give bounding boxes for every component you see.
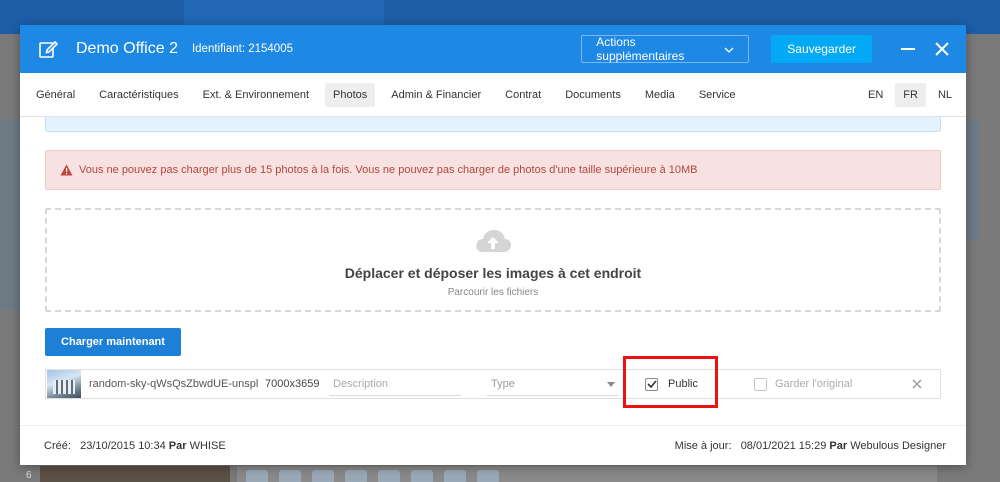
created-by: WHISE [189,439,226,452]
edit-office-modal: Demo Office 2 Identifiant: 2154005 Actio… [20,25,966,465]
modal-footer: Créé: 23/10/2015 10:34 Par WHISE Mise à … [20,425,966,465]
modal-title: Demo Office 2 [76,40,178,57]
updated-by: Webulous Designer [850,439,946,452]
tab-service[interactable]: Service [691,83,744,107]
file-name: random-sky-qWsQsZbwdUE-unspl... [89,378,259,390]
background-tool-icon [345,470,367,482]
upload-now-button[interactable]: Charger maintenant [45,328,181,356]
tab-media[interactable]: Media [637,83,683,107]
background-tool-icon [444,470,466,482]
minimize-icon[interactable] [898,39,918,59]
tab-characteristics[interactable]: Caractéristiques [91,83,186,107]
background-count: 6 [26,470,32,481]
keep-original-checkbox[interactable]: Garder l'original [753,377,853,391]
caret-down-icon [607,378,615,390]
description-placeholder: Description [333,377,389,390]
modal-identifier: Identifiant: 2154005 [191,43,293,55]
updated-by-label: Par [829,439,848,452]
tab-documents[interactable]: Documents [557,83,629,107]
background-tool-icon [477,470,499,482]
language-switcher: EN FR NL [860,82,960,107]
browse-files-link[interactable]: Parcourir les fichiers [448,287,539,298]
upload-limit-alert: Vous ne pouvez pas charger plus de 15 ph… [45,150,941,190]
photos-panel: Vous ne pouvez pas charger plus de 15 ph… [20,117,966,417]
background-image [966,120,980,240]
updated-date: 08/01/2021 15:29 [740,439,827,452]
updated-label: Mise à jour: [674,439,732,452]
modal-header: Demo Office 2 Identifiant: 2154005 Actio… [20,25,966,73]
created-label: Créé: [44,439,71,452]
type-select[interactable]: Type [487,372,619,396]
background-tool-icon [411,470,433,482]
save-button[interactable]: Sauvegarder [771,35,872,63]
close-icon[interactable] [932,39,952,59]
tab-exterior-environment[interactable]: Ext. & Environnement [195,83,317,107]
background-tool-icon [378,470,400,482]
edit-icon [36,37,60,61]
dropzone[interactable]: Déplacer et déposer les images à cet end… [45,208,941,312]
tab-contract[interactable]: Contrat [497,83,549,107]
language-en[interactable]: EN [860,83,891,107]
file-thumbnail [47,370,81,398]
chevron-down-icon [724,42,734,56]
cloud-upload-icon [474,228,512,257]
tab-general[interactable]: Général [28,83,83,107]
tab-bar: Général Caractéristiques Ext. & Environn… [20,73,966,117]
background-toolbar [237,466,937,482]
background-tool-icon [312,470,334,482]
highlight-annotation [623,356,718,408]
tab-photos[interactable]: Photos [325,82,376,107]
background-image [40,466,230,482]
warning-icon [60,164,73,176]
more-actions-button[interactable]: Actions supplémentaires [581,35,750,63]
background-image [0,120,20,310]
dropzone-title: Déplacer et déposer les images à cet end… [344,265,642,281]
file-dimensions: 7000x3659 [265,378,320,390]
remove-file-icon[interactable] [912,379,922,389]
file-row: random-sky-qWsQsZbwdUE-unspl... 7000x365… [45,369,941,399]
created-info: Créé: 23/10/2015 10:34 Par WHISE [44,440,226,452]
tab-admin-financial[interactable]: Admin & Financier [383,83,489,107]
created-date: 23/10/2015 10:34 [80,439,166,452]
keep-original-label: Garder l'original [774,378,853,390]
checkbox-unchecked[interactable] [753,377,767,391]
description-input[interactable]: Description [329,372,461,396]
updated-info: Mise à jour: 08/01/2021 15:29 Par Webulo… [675,440,946,452]
info-banner [45,117,941,132]
background-tool-icon [246,470,268,482]
alert-text: Vous ne pouvez pas charger plus de 15 ph… [79,164,698,176]
language-fr[interactable]: FR [895,82,926,107]
created-by-label: Par [168,439,187,452]
type-placeholder: Type [491,377,515,390]
language-nl[interactable]: NL [930,83,960,107]
background-tool-icon [279,470,301,482]
more-actions-label: Actions supplémentaires [596,35,685,63]
